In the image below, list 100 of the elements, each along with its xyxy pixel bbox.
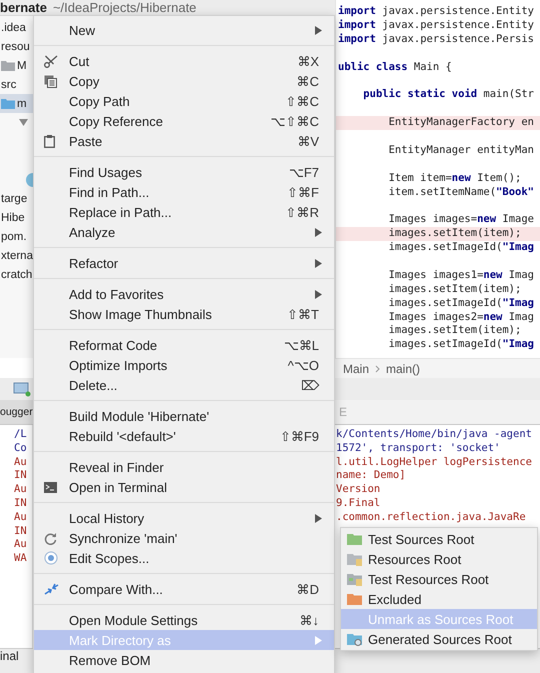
menu-item[interactable]: Replace in Path... ⇧⌘R [34,202,334,222]
folder-icon [347,552,362,566]
tree-label: pom. [1,230,27,242]
console-line: Version [336,483,382,497]
folder-icon [1,98,15,109]
menu-item[interactable]: Test Resources Root [341,569,537,589]
tree-row[interactable]: cratch [0,265,33,284]
shortcut-label: ⇧⌘T [287,306,319,322]
menu-item[interactable]: Optimize Imports ^⌥O [34,355,334,375]
folder-icon [1,60,15,71]
menu-item[interactable]: Delete... ⌦ [34,375,334,395]
menu-item[interactable]: Synchronize 'main' [34,528,334,548]
tree-label: resou [1,40,30,52]
menu-item[interactable]: Resources Root [341,549,537,569]
project-path: ~/IdeaProjects/Hibernate [52,0,196,15]
shortcut-label: ⌘X [297,54,319,68]
tree-label: targe [1,192,28,204]
tree-row[interactable]: M [0,56,33,75]
copy-icon [44,74,57,88]
menu-item[interactable]: Refactor [34,253,334,273]
menu-item[interactable]: Paste ⌘V [34,131,334,151]
menu-item[interactable]: Copy ⌘C [34,71,334,91]
console-text: Au [14,483,28,497]
menu-item[interactable]: Remove BOM [34,650,334,670]
tree-row[interactable]: .idea [0,18,33,37]
code-line: images.setItem(item); [388,227,522,240]
compare-icon [44,582,59,596]
folder-icon [347,572,362,586]
code-line: Images images2=new Imag [388,310,534,323]
console-text: IN [14,469,28,484]
tree-row[interactable]: Hibe [0,208,33,227]
shortcut-label: ^⌥O [288,358,319,372]
console-text: WA [14,552,28,566]
menu-item[interactable]: Test Sources Root [341,529,537,549]
menu-item[interactable]: Reveal in Finder [34,457,334,477]
menu-item[interactable]: Analyze [34,222,334,242]
menu-item[interactable]: Rebuild '<default>' ⇧⌘F9 [34,426,334,446]
code-line: images.setImageId("Imag [388,338,534,350]
console-text: Au [14,510,28,525]
shortcut-label: ⌘D [296,582,319,596]
tree-label: xterna [1,250,33,262]
tree-label: src [1,78,16,90]
console-text: IN [14,524,28,538]
tree-row[interactable]: xterna [0,246,33,265]
tree-row[interactable]: src [0,75,33,94]
folder-icon [347,533,362,545]
menu-item[interactable]: Show Image Thumbnails ⇧⌘T [34,304,334,324]
tree-row[interactable]: m [0,94,33,113]
tree-label: cratch [1,268,32,280]
console-line: name: Demo] [336,469,407,484]
code-line: public static void main(Str [362,88,534,100]
menu-item[interactable]: Compare With... ⌘D [34,579,334,599]
breadcrumb-item[interactable]: main() [386,362,420,376]
tree-label: Hibe [1,212,25,224]
menu-item[interactable]: Build Module 'Hibernate' [34,406,334,426]
menu-item[interactable]: Cut ⌘X [34,51,334,71]
menu-item[interactable]: New [34,20,334,40]
menu-item[interactable]: Find Usages ⌥F7 [34,162,334,182]
code-line: Images images1=new Imag [388,268,534,281]
code-line: EntityManagerFactory en [388,116,534,128]
code-line: images.setItem(item); [388,324,522,336]
code-line: ublic class Main { [338,60,452,73]
tree-label: M [17,60,27,72]
code-line: images.setImageId("Imag [388,296,534,309]
code-line: images.setItem(item); [388,282,522,295]
menu-item[interactable]: Open Module Settings ⌘↓ [34,610,334,630]
class-icon [23,172,33,186]
code-line: Item item=new Item(); [388,172,522,184]
shortcut-label: ⇧⌘C [286,94,319,108]
menu-item[interactable]: Reformat Code ⌥⌘L [34,335,334,355]
menu-item[interactable]: Edit Scopes... [34,548,334,568]
code-line: Images images=new Image [388,213,534,226]
console-line: 9.Final [336,496,382,511]
breadcrumb-item[interactable]: Main [343,362,370,376]
folder-icon [347,632,362,646]
console-line: .common.reflection.java.JavaRe [336,510,527,525]
chevron-icon [375,364,380,372]
menu-item[interactable]: Copy Reference ⌥⇧⌘C [34,111,334,131]
caret-icon [19,119,28,126]
console-text: Au [14,538,28,552]
console-text: Co [14,442,28,456]
menu-item[interactable]: Generated Sources Root [341,629,537,649]
menu-item[interactable]: Open in Terminal [34,477,334,497]
menu-item[interactable]: Local History [34,508,334,528]
menu-item[interactable]: Copy Path ⇧⌘C [34,91,334,111]
code-line: images.setImageId("Imag [388,241,534,254]
tree-row[interactable]: targe [0,189,33,208]
menu-item[interactable]: Add to Favorites [34,284,334,304]
scope-icon [44,551,58,565]
tree-row[interactable]: resou [0,37,33,56]
shortcut-label: ⇧⌘F9 [280,428,319,444]
sync-icon [44,532,57,544]
console-text: IN [14,496,28,511]
menu-item[interactable]: Excluded [341,589,537,609]
tree-row[interactable]: pom. [0,227,33,246]
shortcut-label: ⌘C [296,74,319,88]
code-line: import javax.persistence.Entity [338,5,534,17]
menu-item[interactable]: Find in Path... ⇧⌘F [34,182,334,202]
console-line: k/Contents/Home/bin/java -agent [336,428,533,442]
monitor-icon[interactable] [13,381,31,397]
